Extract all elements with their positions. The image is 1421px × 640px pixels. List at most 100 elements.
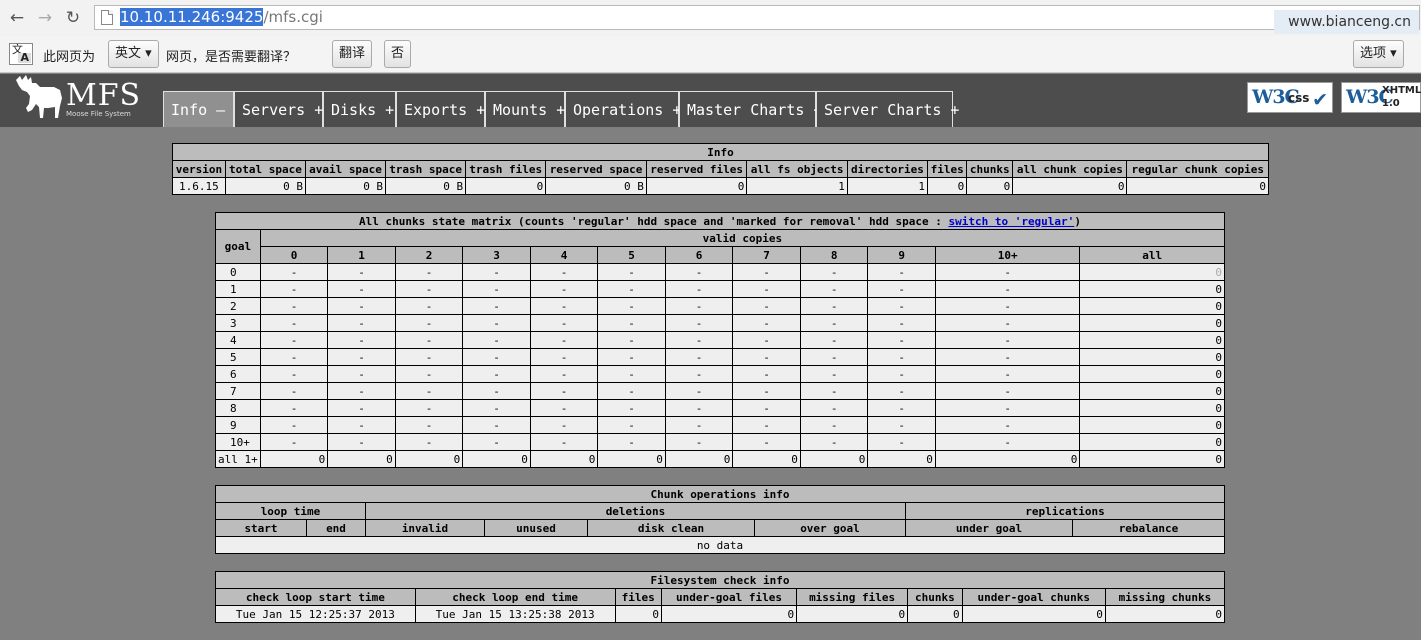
info-header-cell: version: [172, 160, 226, 178]
fs-check-value-cell: 0: [614, 605, 662, 623]
back-arrow-icon[interactable]: ←: [6, 7, 28, 29]
matrix-cell: -: [259, 399, 329, 417]
matrix-cell: -: [327, 297, 396, 315]
matrix-cell: -: [259, 263, 329, 281]
info-header-row: version total space avail space trash space…: [172, 160, 1269, 178]
info-header-cell: all chunk copies: [1012, 160, 1128, 178]
matrix-total-cell: 0: [732, 450, 801, 468]
translate-bar: 文A 此网页为 英文 ▾ 网页，是否需要翻译？ 翻译 否 选项 ▾: [0, 36, 1421, 73]
tab-servers[interactable]: Servers +: [234, 91, 323, 127]
matrix-cell: -: [529, 399, 599, 417]
matrix-cell: -: [394, 280, 464, 298]
matrix-cell: -: [529, 348, 599, 366]
options-button[interactable]: 选项 ▾: [1353, 40, 1404, 68]
valid-copies-col-header: 9: [867, 246, 936, 264]
matrix-cell: -: [394, 331, 464, 349]
w3c-xhtml-badge[interactable]: W3C XHTML 1.0: [1341, 82, 1421, 113]
matrix-cell: -: [799, 365, 869, 383]
translate-button[interactable]: 翻译: [332, 40, 373, 68]
language-select[interactable]: 英文 ▾: [108, 40, 159, 68]
info-value-cell: 0: [465, 177, 547, 195]
valid-copies-col-header: 7: [732, 246, 801, 264]
matrix-cell: 0: [1079, 331, 1225, 349]
tab-operations[interactable]: Operations +: [565, 91, 681, 127]
fs-check-header-row: check loop start time check loop end time…: [215, 588, 1226, 606]
info-value-cell: 0 B: [224, 177, 306, 195]
tab-disks[interactable]: Disks +: [323, 91, 396, 127]
matrix-cell: -: [462, 331, 531, 349]
tab-server-charts[interactable]: Server Charts +: [816, 91, 959, 127]
matrix-total-cell: 0: [462, 450, 531, 468]
w3c-css-badge[interactable]: W3C css ✔: [1247, 82, 1333, 113]
matrix-cell: -: [597, 280, 666, 298]
matrix-row: 6-----------0: [215, 365, 1225, 383]
info-value-cell: 0 B: [385, 177, 467, 195]
info-value-row: 1.6.15 0 B0 B0 B00 B0110000: [172, 177, 1269, 195]
chunk-operations-table: Chunk operations info loop time deletion…: [215, 485, 1225, 554]
matrix-total-cell: 0: [259, 450, 329, 468]
matrix-cell: -: [462, 399, 531, 417]
col-end: end: [306, 519, 366, 537]
matrix-cell: 0: [1079, 348, 1225, 366]
matrix-cell: -: [529, 433, 599, 451]
goal-cell: 0: [215, 263, 261, 281]
matrix-cell: -: [597, 433, 666, 451]
col-over-goal: over goal: [754, 519, 906, 537]
goal-cell: 8: [215, 399, 261, 417]
matrix-cell: -: [394, 382, 464, 400]
goal-cell: 3: [215, 314, 261, 332]
matrix-cell: -: [664, 280, 734, 298]
forward-arrow-icon[interactable]: →: [34, 7, 56, 29]
url-text[interactable]: 10.10.11.246:9425/mfs.cgi: [120, 8, 323, 27]
info-value-cell: 0 B: [545, 177, 647, 195]
matrix-cell: -: [597, 314, 666, 332]
matrix-cell: -: [462, 348, 531, 366]
valid-copies-col-header: 8: [799, 246, 869, 264]
matrix-cell: -: [394, 263, 464, 281]
matrix-cell: 0: [1079, 280, 1225, 298]
tab-info[interactable]: Info –: [163, 91, 234, 127]
tab-mounts[interactable]: Mounts +: [485, 91, 565, 127]
matrix-cell: -: [867, 365, 936, 383]
matrix-cell: -: [664, 297, 734, 315]
info-value-cell: 0: [927, 177, 968, 195]
matrix-cell: -: [732, 280, 801, 298]
url-host: 10.10.11.246:9425: [120, 8, 264, 26]
matrix-cell: -: [597, 382, 666, 400]
matrix-cell: -: [529, 382, 599, 400]
tab-master-charts[interactable]: Master Charts +: [679, 91, 822, 127]
matrix-cell: -: [529, 331, 599, 349]
matrix-cell: -: [462, 365, 531, 383]
info-header-cell: avail space: [304, 160, 387, 178]
matrix-cell: -: [529, 297, 599, 315]
goal-cell: 7: [215, 382, 261, 400]
valid-copies-col-header: 4: [529, 246, 599, 264]
matrix-cell: -: [799, 399, 869, 417]
valid-copies-header: valid copies: [259, 229, 1226, 247]
matrix-cell: -: [394, 297, 464, 315]
chunk-ops-title: Chunk operations info: [215, 485, 1225, 503]
matrix-cell: -: [934, 399, 1081, 417]
matrix-cell: -: [934, 382, 1081, 400]
matrix-cell: -: [799, 263, 869, 281]
mfs-logo: MFS Moose File System: [10, 74, 150, 124]
fs-check-header-cell: check loop end time: [414, 588, 616, 606]
no-data-cell: no data: [215, 536, 1225, 554]
tab-exports[interactable]: Exports +: [396, 91, 485, 127]
logo-subtitle: Moose File System: [66, 110, 131, 118]
goal-cell: 10+: [215, 433, 261, 451]
browser-toolbar: ← → ↻ 10.10.11.246:9425/mfs.cgi www.bian…: [0, 0, 1421, 36]
matrix-cell: 0: [1079, 399, 1225, 417]
matrix-row: 10+ - - - - - - - - - - -0: [215, 433, 1225, 451]
matrix-cell: -: [732, 263, 801, 281]
no-button[interactable]: 否: [384, 40, 412, 68]
matrix-cell: -: [394, 433, 464, 451]
address-bar[interactable]: 10.10.11.246:9425/mfs.cgi www.bianceng.c…: [94, 5, 1420, 34]
info-header-cell: reserved space: [545, 160, 647, 178]
switch-to-regular-link[interactable]: switch to 'regular': [948, 215, 1074, 228]
info-value-cell: 0: [645, 177, 748, 195]
matrix-cell: -: [462, 433, 531, 451]
matrix-cell: -: [799, 433, 869, 451]
fs-check-value-cell: 0: [907, 605, 963, 623]
reload-icon[interactable]: ↻: [62, 7, 84, 29]
